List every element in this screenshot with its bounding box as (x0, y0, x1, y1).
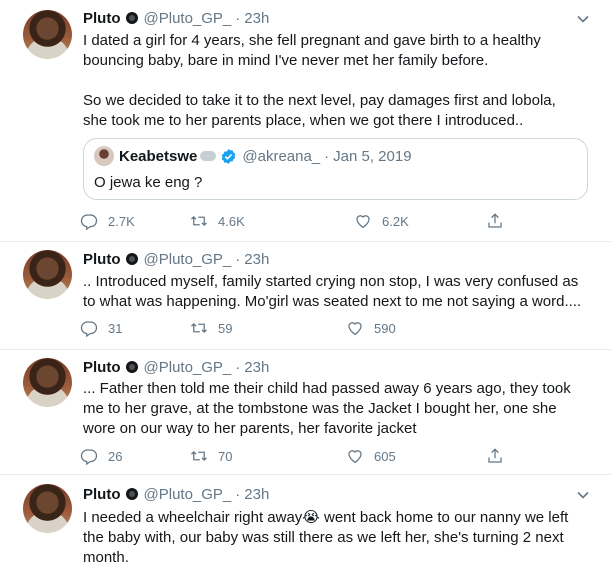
chevron-down-icon[interactable] (576, 12, 590, 26)
quoted-avatar (94, 146, 114, 166)
retweet-count: 4.6K (218, 213, 245, 229)
share-button[interactable] (486, 211, 504, 231)
author-handle[interactable]: @Pluto_GP_ (144, 486, 232, 503)
separator: · (235, 358, 241, 376)
reply-button[interactable]: 2.7K (80, 211, 135, 231)
author-name[interactable]: Pluto (83, 10, 121, 27)
reply-count: 2.7K (108, 213, 135, 229)
author-name[interactable]: Pluto (83, 486, 121, 503)
avatar[interactable] (23, 358, 72, 407)
tweet-text: I needed a wheelchair right away😭 went b… (83, 509, 573, 566)
retweet-icon (191, 450, 207, 462)
tweet[interactable]: Pluto @Pluto_GP_ · 23h ... Father then t… (0, 350, 612, 474)
share-icon (488, 213, 502, 228)
retweet-button[interactable]: 70 (190, 446, 232, 466)
quoted-date: Jan 5, 2019 (333, 147, 412, 165)
timestamp[interactable]: 23h (244, 251, 269, 268)
like-icon (356, 215, 370, 229)
quoted-tweet-text: O jewa ke eng ? (94, 174, 203, 191)
reply-icon (80, 449, 98, 465)
reply-count: 26 (108, 448, 123, 464)
reply-button[interactable]: 31 (80, 318, 122, 338)
timestamp[interactable]: 23h (244, 10, 269, 27)
separator: · (324, 147, 330, 165)
tweet-text: .. Introduced myself, family started cry… (83, 273, 583, 310)
reply-icon (80, 321, 98, 337)
author-handle[interactable]: @Pluto_GP_ (144, 10, 232, 27)
cloud-emoji-icon (200, 151, 217, 161)
like-button[interactable]: 590 (346, 318, 396, 338)
avatar[interactable] (23, 484, 72, 533)
reply-button[interactable]: 26 (80, 446, 122, 466)
like-button[interactable]: 605 (346, 446, 396, 466)
tweet-header: Pluto @Pluto_GP_ · 23h (83, 8, 269, 28)
retweet-count: 70 (218, 448, 233, 464)
tweet-text: ... Father then told me their child had … (83, 380, 575, 437)
verified-icon (222, 148, 236, 164)
tweet-header: Pluto @Pluto_GP_ · 23h (83, 249, 269, 269)
share-icon (488, 448, 502, 463)
separator: · (235, 9, 241, 27)
retweet-button[interactable]: 59 (190, 318, 232, 338)
separator: · (235, 250, 241, 268)
dot-badge-icon (125, 361, 138, 373)
tweet[interactable]: Pluto @Pluto_GP_ · 23h I dated a girl fo… (0, 0, 612, 241)
retweet-count: 59 (218, 320, 233, 336)
like-count: 6.2K (382, 213, 409, 229)
timestamp[interactable]: 23h (244, 359, 269, 376)
tweet-actions: 26 70 605 (80, 446, 510, 466)
author-name[interactable]: Pluto (83, 359, 121, 376)
separator: · (235, 485, 241, 503)
tweet-header: Pluto @Pluto_GP_ · 23h (83, 484, 269, 504)
quoted-author-handle: @akreana_ (242, 147, 321, 165)
dot-badge-icon (125, 12, 138, 24)
retweet-icon (191, 215, 207, 227)
reply-icon (80, 214, 98, 230)
tweet-actions: 2.7K 4.6K 6.2K (80, 211, 510, 231)
share-button[interactable] (486, 446, 504, 466)
retweet-icon (191, 322, 207, 334)
like-count: 605 (374, 448, 396, 464)
retweet-button[interactable]: 4.6K (190, 211, 245, 231)
like-button[interactable]: 6.2K (354, 211, 409, 231)
like-count: 590 (374, 320, 396, 336)
avatar[interactable] (23, 10, 72, 59)
avatar[interactable] (23, 250, 72, 299)
quoted-author-name: Keabetswe (119, 147, 198, 165)
like-icon (348, 322, 362, 336)
like-icon (348, 450, 362, 464)
chevron-down-icon[interactable] (576, 488, 590, 502)
author-name[interactable]: Pluto (83, 251, 121, 268)
quoted-tweet[interactable]: Keabetswe @akreana_ · Jan 5, 2019 O jewa… (83, 138, 588, 200)
reply-count: 31 (108, 320, 123, 336)
quoted-tweet-header: Keabetswe @akreana_ · Jan 5, 2019 (94, 146, 412, 166)
tweet[interactable]: Pluto @Pluto_GP_ · 23h I needed a wheelc… (0, 475, 612, 570)
tweet-actions: 31 59 590 (80, 318, 510, 338)
tweet[interactable]: Pluto @Pluto_GP_ · 23h .. Introduced mys… (0, 242, 612, 349)
tweet-text: I dated a girl for 4 years, she fell pre… (83, 32, 556, 129)
timestamp[interactable]: 23h (244, 486, 269, 503)
dot-badge-icon (125, 253, 138, 265)
author-handle[interactable]: @Pluto_GP_ (144, 251, 232, 268)
dot-badge-icon (125, 488, 138, 500)
tweet-header: Pluto @Pluto_GP_ · 23h (83, 357, 269, 377)
author-handle[interactable]: @Pluto_GP_ (144, 359, 232, 376)
